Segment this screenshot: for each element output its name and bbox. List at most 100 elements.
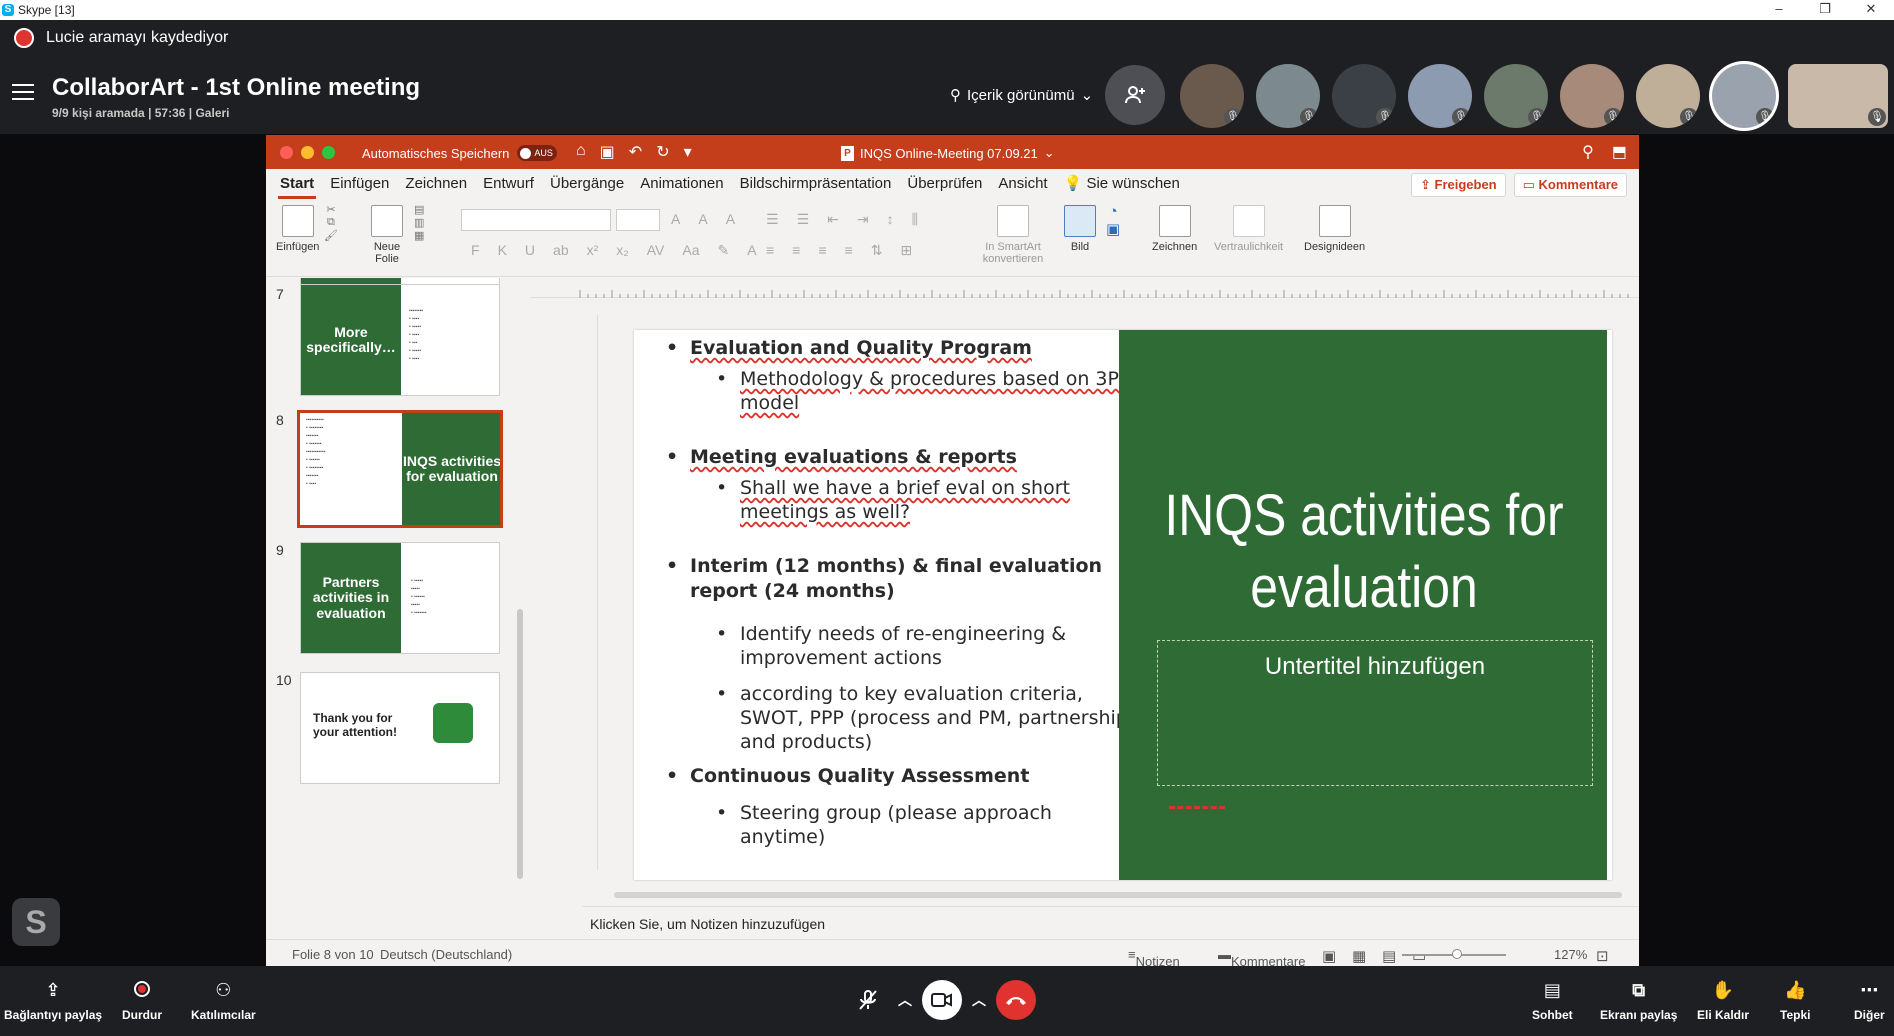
- tab-bildschirmpräsentation[interactable]: Bildschirmpräsentation: [738, 169, 894, 199]
- minimize-button[interactable]: –: [1756, 0, 1802, 20]
- slide-thumbnail-8[interactable]: ▪▪▪▪▪▪▪▪▪▪ • ▪▪▪▪▪▪▪▪ ▪▪▪▪▪▪▪ • ▪▪▪▪▪▪▪ ▪▪▪▪…: [297, 410, 503, 528]
- camera-button[interactable]: [922, 980, 962, 1020]
- superscript-icon[interactable]: x²: [587, 242, 599, 259]
- shrink-font-icon[interactable]: A: [698, 211, 707, 227]
- highlight-icon[interactable]: ✎: [717, 242, 729, 259]
- minimize-dot[interactable]: [301, 146, 314, 159]
- justify-icon[interactable]: ≡: [845, 242, 853, 259]
- section-icon[interactable]: ▦: [414, 229, 424, 242]
- more-button[interactable]: ⋯ Diğer: [1854, 980, 1885, 1022]
- subtitle-placeholder[interactable]: Untertitel hinzufügen: [1157, 640, 1593, 786]
- content-view-dropdown[interactable]: ⚲ Içerik görünümü ⌄: [950, 86, 1093, 105]
- mic-muted-icon[interactable]: [848, 980, 888, 1020]
- raise-hand-button[interactable]: ✋ Eli Kaldır: [1697, 980, 1749, 1022]
- increase-indent-icon[interactable]: ⇥: [857, 211, 869, 228]
- columns-icon[interactable]: ⫼: [912, 211, 918, 228]
- share-link-button[interactable]: ⇪ Bağlantıyı paylaş: [4, 980, 102, 1022]
- participant-avatar[interactable]: 🎙: [1180, 64, 1244, 128]
- char-spacing-icon[interactable]: AV: [647, 242, 665, 259]
- menu-icon[interactable]: [12, 84, 34, 100]
- cut-icon[interactable]: ✂: [326, 203, 335, 216]
- share-button[interactable]: ⇪ Freigeben: [1410, 173, 1506, 197]
- text-direction-icon[interactable]: ⇅: [871, 242, 883, 259]
- react-button[interactable]: 👍 Tepki: [1780, 980, 1810, 1022]
- font-color-icon[interactable]: A: [747, 242, 756, 259]
- slide-body[interactable]: Evaluation and Quality Program Methodolo…: [654, 336, 1139, 849]
- tab-entwurf[interactable]: Entwurf: [481, 169, 536, 199]
- decrease-indent-icon[interactable]: ⇤: [827, 211, 839, 228]
- participant-avatar[interactable]: 🎙: [1484, 64, 1548, 128]
- normal-view-icon[interactable]: ▣: [1322, 947, 1336, 965]
- smartart-button[interactable]: In SmartArt konvertieren: [978, 205, 1048, 265]
- customize-icon[interactable]: ▾: [684, 142, 692, 162]
- close-button[interactable]: ✕: [1848, 0, 1894, 20]
- participant-avatar[interactable]: 🎙: [1636, 64, 1700, 128]
- tab-einfügen[interactable]: Einfügen: [328, 169, 391, 199]
- textbox-icon[interactable]: ▣: [1106, 220, 1120, 238]
- fit-slide-icon[interactable]: ⊡: [1596, 947, 1609, 965]
- layout-icon[interactable]: ▤: [414, 203, 424, 216]
- hang-up-button[interactable]: [996, 980, 1036, 1020]
- draw-button[interactable]: Zeichnen: [1152, 205, 1197, 253]
- stop-recording-button[interactable]: Durdur: [122, 980, 162, 1022]
- comments-toggle[interactable]: ▬ Kommentare: [1218, 947, 1305, 967]
- participant-avatar[interactable]: 🎙: [1256, 64, 1320, 128]
- clear-format-icon[interactable]: A: [726, 211, 735, 227]
- picture-button[interactable]: Bild: [1064, 205, 1096, 253]
- notes-pane[interactable]: Klicken Sie, um Notizen hinzuzufügen: [582, 906, 1639, 940]
- font-size-select[interactable]: [616, 209, 660, 231]
- slide-title[interactable]: INQS activities for evaluation: [1162, 480, 1566, 624]
- align-left-icon[interactable]: ≡: [766, 242, 774, 259]
- camera-options-icon[interactable]: ︿: [972, 990, 986, 1010]
- tab-start[interactable]: Start: [278, 169, 317, 199]
- search-icon[interactable]: ⚲: [1582, 142, 1594, 162]
- language-indicator[interactable]: Deutsch (Deutschland): [380, 947, 512, 962]
- zoom-level[interactable]: 127%: [1554, 947, 1587, 962]
- close-dot[interactable]: [280, 146, 293, 159]
- font-family-select[interactable]: [461, 209, 611, 231]
- italic-icon[interactable]: K: [498, 242, 507, 259]
- shapes-icon[interactable]: ◔: [1109, 203, 1118, 220]
- bullets-icon[interactable]: ☰: [766, 211, 779, 228]
- slide-sorter-icon[interactable]: ▦: [1352, 947, 1366, 965]
- slide-canvas[interactable]: Evaluation and Quality Program Methodolo…: [634, 330, 1612, 880]
- change-case-icon[interactable]: Aa: [682, 242, 699, 259]
- strikethrough-icon[interactable]: ab: [553, 242, 569, 259]
- bold-icon[interactable]: F: [471, 242, 480, 259]
- line-spacing-icon[interactable]: ↕: [887, 211, 894, 228]
- chat-button[interactable]: ▤ Sohbet: [1532, 980, 1573, 1022]
- save-icon[interactable]: ▣: [600, 142, 615, 162]
- underline-icon[interactable]: U: [525, 242, 535, 259]
- subscript-icon[interactable]: x₂: [616, 242, 628, 259]
- participant-avatar[interactable]: 🎙: [1560, 64, 1624, 128]
- sensitivity-button[interactable]: Vertraulichkeit: [1214, 205, 1283, 253]
- align-text-icon[interactable]: ⊞: [900, 242, 912, 259]
- participants-button[interactable]: ⚇ Katılımcılar: [191, 980, 256, 1022]
- home-icon[interactable]: ⌂: [576, 142, 586, 162]
- share-screen-icon[interactable]: ⬒: [1612, 142, 1627, 162]
- zoom-dot[interactable]: [322, 146, 335, 159]
- participant-avatar[interactable]: 🎙: [1332, 64, 1396, 128]
- autosave-toggle[interactable]: AUS: [517, 145, 558, 161]
- horizontal-scrollbar[interactable]: [614, 892, 1622, 898]
- designer-button[interactable]: Designideen: [1304, 205, 1365, 253]
- tab-zeichnen[interactable]: Zeichnen: [403, 169, 469, 199]
- reset-icon[interactable]: ▥: [414, 216, 424, 229]
- paste-button[interactable]: Einfügen: [276, 205, 319, 253]
- reading-view-icon[interactable]: ▤: [1382, 947, 1396, 965]
- align-center-icon[interactable]: ≡: [792, 242, 800, 259]
- thumbnail-scrollbar[interactable]: [516, 294, 524, 924]
- slide-thumbnail-10[interactable]: Thank you for your attention!: [300, 672, 500, 784]
- call-subtitle[interactable]: 9/9 kişi aramada | 57:36 | Galeri: [52, 106, 230, 120]
- grow-font-icon[interactable]: A: [671, 211, 680, 227]
- tab-ansicht[interactable]: Ansicht: [996, 169, 1049, 199]
- tab-animationen[interactable]: Animationen: [638, 169, 725, 199]
- participant-avatar[interactable]: 🎙: [1788, 64, 1888, 128]
- copy-icon[interactable]: ⧉: [327, 216, 335, 229]
- zoom-slider-knob[interactable]: [1452, 949, 1462, 959]
- redo-icon[interactable]: ↻: [656, 142, 669, 162]
- undo-icon[interactable]: ↶: [629, 142, 642, 162]
- new-slide-button[interactable]: Neue Folie: [362, 205, 412, 265]
- share-screen-button[interactable]: ⧉ Ekranı paylaş: [1600, 980, 1677, 1022]
- tab-übergänge[interactable]: Übergänge: [548, 169, 626, 199]
